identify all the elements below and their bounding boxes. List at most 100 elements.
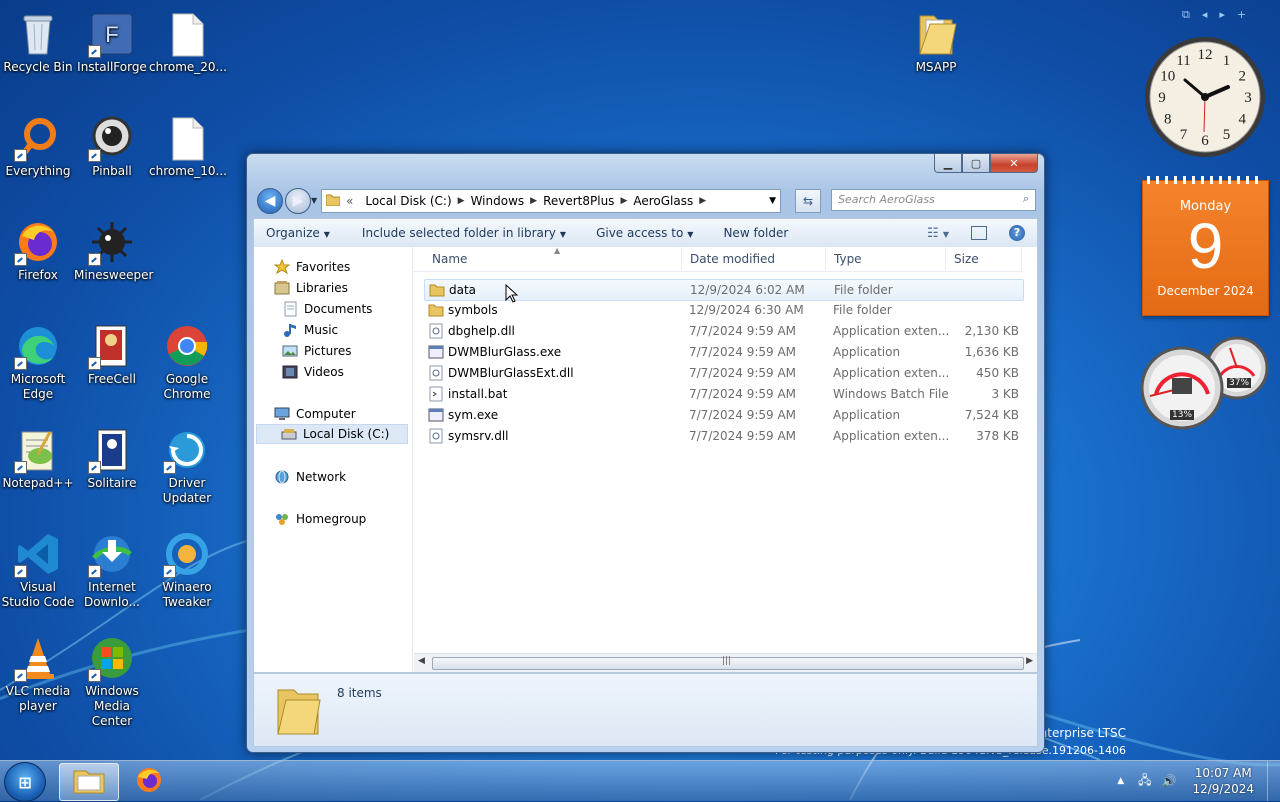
- view-options-button[interactable]: ☷ ▼: [927, 226, 949, 241]
- breadcrumb-revert8plus[interactable]: Revert8Plus: [537, 194, 620, 208]
- taskbar-explorer[interactable]: [59, 763, 119, 801]
- clock-numeral: 9: [1158, 90, 1166, 106]
- gadget-controls[interactable]: ⧉◂▸+: [1182, 8, 1258, 22]
- desktop-icon-windows-media-center[interactable]: Windows Media Center: [74, 630, 150, 729]
- taskbar-firefox[interactable]: [120, 763, 178, 799]
- desktop-icon-installforge[interactable]: F InstallForge: [74, 6, 150, 75]
- scroll-right-icon[interactable]: ▶: [1026, 656, 1033, 666]
- start-button[interactable]: ⊞: [4, 762, 46, 802]
- desktop-icon-solitaire[interactable]: Solitaire: [74, 422, 150, 491]
- file-size: 378 KB: [976, 429, 1019, 443]
- show-hidden-icons-button[interactable]: ▲: [1117, 776, 1124, 786]
- address-overflow[interactable]: «: [340, 194, 359, 208]
- desktop-icon-vscode[interactable]: Visual Studio Code: [0, 526, 76, 610]
- file-row[interactable]: dbghelp.dll 7/7/2024 9:59 AM Application e…: [424, 321, 1022, 341]
- desktop-icon-driver-updater[interactable]: Driver Updater: [149, 422, 225, 506]
- desktop-icon-msapp[interactable]: MSAPP: [898, 6, 974, 75]
- give-access-button[interactable]: Give access to ▼: [584, 226, 705, 240]
- mine-icon: [88, 218, 136, 266]
- shortcut-arrow-icon: [163, 565, 176, 578]
- file-row[interactable]: install.bat 7/7/2024 9:59 AM Windows Batch…: [424, 384, 1022, 404]
- horizontal-scrollbar[interactable]: ◀ ||| ▶: [414, 653, 1037, 672]
- file-type: Application: [833, 345, 901, 359]
- refresh-button[interactable]: ⇆: [795, 189, 821, 213]
- desktop-icon-winaero-tweaker[interactable]: Winaero Tweaker: [149, 526, 225, 610]
- desktop-icon-chrome-10[interactable]: chrome_10...: [149, 110, 227, 179]
- folder-icon: [429, 282, 445, 298]
- sort-ascending-icon: ▲: [554, 246, 561, 255]
- pinball-icon: [88, 114, 136, 162]
- nav-computer[interactable]: Computer: [274, 404, 356, 424]
- desktop-icon-vlc[interactable]: VLC media player: [0, 630, 76, 714]
- explorer-window[interactable]: ▁ ▢ ✕ ◀ ▶ ▼ « Local Disk (C:) ▶ Windows ▶ …: [246, 153, 1045, 753]
- scrollbar-thumb[interactable]: |||: [432, 656, 1024, 670]
- chevron-right-icon[interactable]: ▶: [530, 196, 537, 206]
- file-row[interactable]: DWMBlurGlassExt.dll 7/7/2024 9:59 AM Appli…: [424, 363, 1022, 383]
- address-history-dropdown-icon[interactable]: ▼: [769, 196, 776, 206]
- clock[interactable]: 10:07 AM 12/9/2024: [1192, 765, 1254, 797]
- preview-pane-button[interactable]: [971, 226, 987, 240]
- network-status-icon[interactable]: 🖧: [1138, 771, 1151, 792]
- chevron-right-icon[interactable]: ▶: [458, 196, 465, 206]
- nav-documents[interactable]: Documents: [282, 299, 372, 319]
- desktop-icon-chrome-20[interactable]: chrome_20...: [149, 6, 227, 75]
- nav-favorites[interactable]: Favorites: [273, 257, 350, 277]
- column-date-modified[interactable]: Date modified: [682, 247, 826, 271]
- breadcrumb-local-disk[interactable]: Local Disk (C:): [359, 194, 457, 208]
- close-button[interactable]: ✕: [990, 154, 1038, 173]
- column-name[interactable]: Name ▲: [424, 246, 682, 271]
- desktop-icon-minesweeper[interactable]: Minesweeper: [74, 214, 153, 283]
- search-input[interactable]: Search AeroGlass ⌕: [831, 189, 1036, 211]
- desktop-icon-pinball[interactable]: Pinball: [74, 110, 150, 179]
- desktop-icon-everything[interactable]: Everything: [0, 110, 76, 179]
- shortcut-arrow-icon: [14, 461, 27, 474]
- file-row[interactable]: DWMBlurGlass.exe 7/7/2024 9:59 AM Applicat…: [424, 342, 1022, 362]
- recent-pages-dropdown[interactable]: ▼: [311, 196, 317, 205]
- desktop-icon-firefox[interactable]: Firefox: [0, 214, 76, 283]
- column-size[interactable]: Size: [946, 247, 1022, 271]
- file-row[interactable]: sym.exe 7/7/2024 9:59 AM Application 7,524 …: [424, 405, 1022, 425]
- desktop-icon-internet-download[interactable]: Internet Downlo...: [74, 526, 150, 610]
- chevron-right-icon[interactable]: ▶: [699, 196, 706, 206]
- chevron-right-icon[interactable]: ▶: [620, 196, 627, 206]
- breadcrumb-aeroglass[interactable]: AeroGlass: [627, 194, 699, 208]
- desktop-icon-recycle-bin[interactable]: Recycle Bin: [0, 6, 76, 75]
- nav-videos[interactable]: Videos: [282, 362, 344, 382]
- nav-libraries[interactable]: Libraries: [274, 278, 348, 298]
- desktop-icon-google-chrome[interactable]: Google Chrome: [149, 318, 225, 402]
- search-icon[interactable]: ⌕: [1023, 192, 1029, 206]
- file-name: symbols: [448, 303, 498, 317]
- file-row[interactable]: symsrv.dll 7/7/2024 9:59 AM Application ex…: [424, 426, 1022, 446]
- forward-button[interactable]: ▶: [285, 188, 311, 214]
- dropdown-arrow-icon: ▼: [559, 230, 567, 239]
- volume-icon[interactable]: 🔊: [1162, 774, 1177, 788]
- dropdown-arrow-icon: ▼: [942, 229, 949, 239]
- desktop-icon-microsoft-edge[interactable]: Microsoft Edge: [0, 318, 76, 402]
- clock-gadget[interactable]: 12 1 2 3 4 5 6 7 8 9 10 11: [1140, 34, 1270, 163]
- file-type: Application: [833, 408, 901, 422]
- maximize-button[interactable]: ▢: [962, 154, 990, 173]
- winaero-icon: [163, 530, 211, 578]
- calendar-gadget[interactable]: Monday 9 December 2024: [1142, 176, 1269, 316]
- help-button[interactable]: ?: [1009, 225, 1025, 241]
- nav-pictures[interactable]: Pictures: [282, 341, 352, 361]
- nav-music[interactable]: Music: [282, 320, 338, 340]
- show-desktop-button[interactable]: [1267, 761, 1280, 801]
- nav-local-disk[interactable]: Local Disk (C:): [256, 424, 408, 444]
- minimize-button[interactable]: ▁: [934, 154, 962, 173]
- scroll-left-icon[interactable]: ◀: [418, 656, 425, 666]
- desktop-icon-notepadpp[interactable]: Notepad++: [0, 422, 76, 491]
- clock-numeral: 12: [1198, 47, 1213, 63]
- back-button[interactable]: ◀: [257, 188, 283, 214]
- organize-button[interactable]: Organize ▼: [254, 226, 342, 240]
- nav-network[interactable]: Network: [274, 467, 346, 487]
- include-in-library-button[interactable]: Include selected folder in library ▼: [350, 226, 578, 240]
- nav-homegroup[interactable]: Homegroup: [274, 509, 366, 529]
- breadcrumb-windows[interactable]: Windows: [465, 194, 531, 208]
- column-type[interactable]: Type: [826, 247, 946, 271]
- new-folder-button[interactable]: New folder: [711, 226, 800, 240]
- desktop-icon-freecell[interactable]: FreeCell: [74, 318, 150, 387]
- shortcut-arrow-icon: [88, 357, 101, 370]
- address-bar[interactable]: « Local Disk (C:) ▶ Windows ▶ Revert8Plus ▶…: [321, 189, 781, 213]
- cpu-meter-gadget[interactable]: 13% 37%: [1140, 336, 1270, 435]
